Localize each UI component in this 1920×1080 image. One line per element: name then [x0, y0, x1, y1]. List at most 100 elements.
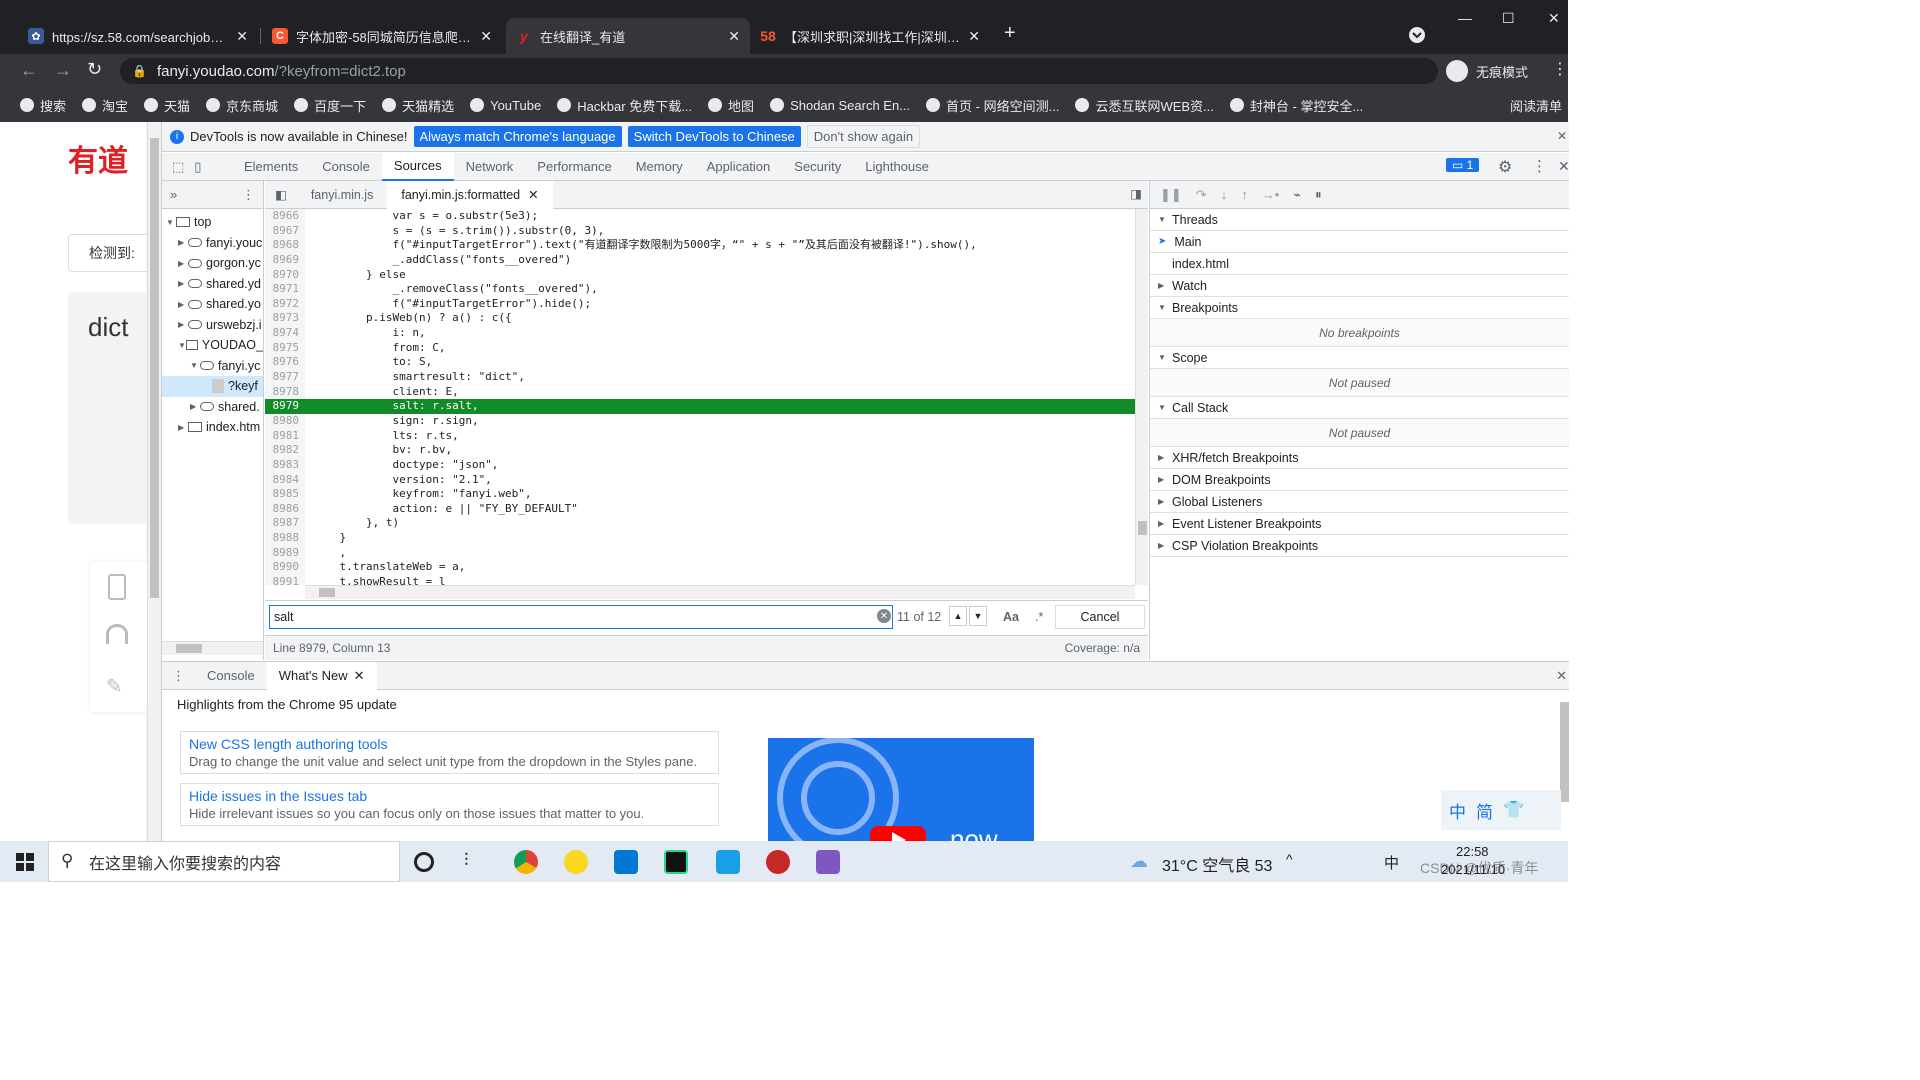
toggle-debugger-icon[interactable]: ◨: [1130, 186, 1142, 201]
expanded-arrow-icon[interactable]: ▼: [178, 341, 186, 350]
watch-section[interactable]: ▶ Watch: [1150, 275, 1569, 297]
tree-item[interactable]: ▼ top: [162, 212, 263, 233]
windows-start-icon[interactable]: [16, 853, 34, 874]
step-out-icon[interactable]: ↑: [1241, 187, 1248, 202]
close-icon[interactable]: ✕: [968, 28, 980, 45]
line-number[interactable]: 8971: [265, 282, 305, 297]
menu-icon[interactable]: ⋮: [1552, 59, 1568, 79]
csp-breakpoints-section[interactable]: ▶ CSP Violation Breakpoints: [1150, 535, 1569, 557]
device-toggle-icon[interactable]: ▯: [194, 159, 201, 175]
navigator-menu-icon[interactable]: ⋮: [242, 187, 255, 203]
weather-text[interactable]: 31°C 空气良 53: [1162, 852, 1272, 876]
deactivate-breakpoints-icon[interactable]: ⌁: [1293, 187, 1301, 203]
forward-icon[interactable]: →: [54, 60, 72, 81]
bookmark-item[interactable]: 首页 - 网络空间测...: [926, 96, 1059, 115]
expanded-arrow-icon[interactable]: ▼: [166, 218, 176, 227]
tree-item[interactable]: ▼ fanyi.yc: [162, 356, 263, 377]
line-number[interactable]: 8980: [265, 413, 305, 429]
bookmark-item[interactable]: 百度一下: [294, 96, 366, 115]
dom-breakpoints-section[interactable]: ▶ DOM Breakpoints: [1150, 469, 1569, 491]
browser-tab-2[interactable]: C 字体加密-58同城简历信息爬取_T ✕: [262, 18, 502, 54]
expanded-arrow-icon[interactable]: ▼: [190, 361, 200, 370]
clock-time[interactable]: 22:58: [1456, 844, 1489, 859]
match-case-button[interactable]: Aa: [1003, 610, 1019, 624]
code-line[interactable]: 8973 p.isWeb(n) ? a() : c({: [265, 311, 1135, 327]
line-number[interactable]: 8974: [265, 326, 305, 341]
global-listeners-section[interactable]: ▶ Global Listeners: [1150, 491, 1569, 513]
editor-hscrollbar[interactable]: [305, 585, 1135, 599]
devtools-tab-console[interactable]: Console: [310, 153, 382, 181]
tree-item[interactable]: ▼ YOUDAO_: [162, 335, 263, 356]
reload-icon[interactable]: ↻: [87, 59, 102, 80]
call-stack-section[interactable]: ▼ Call Stack: [1150, 397, 1569, 419]
devtools-tab-sources[interactable]: Sources: [381, 152, 454, 181]
drawer-scrollbar[interactable]: [1560, 702, 1569, 802]
code-line[interactable]: 8972 f("#inputTargetError").hide();: [265, 296, 1135, 312]
search-input[interactable]: salt: [269, 605, 893, 629]
collapsed-arrow-icon[interactable]: ▶: [178, 423, 188, 432]
bookmark-item[interactable]: 天猫精选: [382, 96, 454, 115]
close-icon[interactable]: ✕: [728, 28, 740, 45]
bookmark-item[interactable]: 京东商城: [206, 96, 278, 115]
code-line[interactable]: 8971 _.removeClass("fonts__overed"),: [265, 282, 1135, 297]
line-number[interactable]: 8979: [265, 399, 305, 414]
tree-item[interactable]: ▶ urswebzj.i: [162, 315, 263, 336]
edit-icon[interactable]: ✎: [106, 674, 123, 699]
regex-button[interactable]: .*: [1035, 610, 1043, 624]
bookmark-item[interactable]: YouTube: [470, 98, 541, 113]
close-icon[interactable]: ✕: [480, 28, 492, 45]
tree-item[interactable]: ▶ shared.yo: [162, 294, 263, 315]
pause-icon[interactable]: ❚❚: [1160, 187, 1182, 203]
tree-item[interactable]: ▶ index.htm: [162, 417, 263, 438]
cancel-search-button[interactable]: Cancel: [1055, 605, 1145, 629]
code-line-highlighted[interactable]: 8979 salt: r.salt,: [265, 399, 1135, 414]
toggle-navigator-icon[interactable]: ◧: [265, 187, 297, 202]
issues-badge[interactable]: ▭ 1: [1446, 158, 1480, 172]
reading-list-button[interactable]: 阅读清单: [1510, 96, 1562, 115]
breakpoints-section[interactable]: ▼ Breakpoints: [1150, 297, 1569, 319]
previous-match-button[interactable]: ▲: [949, 606, 967, 626]
scope-section[interactable]: ▼ Scope: [1150, 347, 1569, 369]
bookmark-item[interactable]: Hackbar 免费下载...: [557, 96, 692, 115]
minimize-icon[interactable]: —: [1458, 10, 1472, 26]
incognito-badge[interactable]: 无痕模式: [1446, 58, 1528, 84]
drawer-tab-whats-new[interactable]: What's New ✕: [266, 661, 377, 690]
line-number[interactable]: 8970: [265, 267, 305, 283]
close-drawer-icon[interactable]: ✕: [1556, 668, 1567, 684]
line-number[interactable]: 8985: [265, 487, 305, 502]
browser-tab-4[interactable]: 58 【深圳求职|深圳找工作|深圳求职 ✕: [750, 18, 990, 54]
code-line[interactable]: 8974 i: n,: [265, 326, 1135, 341]
code-line[interactable]: 8975 from: C,: [265, 340, 1135, 356]
code-line[interactable]: 8982 bv: r.bv,: [265, 443, 1135, 458]
address-bar[interactable]: 🔒 fanyi.youdao.com/?keyfrom=dict2.top: [120, 58, 1438, 84]
code-line[interactable]: 8984 version: "2.1",: [265, 472, 1135, 488]
match-language-button[interactable]: Always match Chrome's language: [413, 126, 622, 147]
line-number[interactable]: 8968: [265, 238, 305, 253]
line-number[interactable]: 8973: [265, 311, 305, 327]
code-line[interactable]: 8990 t.translateWeb = a,: [265, 560, 1135, 576]
code-lines[interactable]: 8966 var s = o.substr(5e3); 8967 s = (s =…: [265, 209, 1135, 585]
drawer-tab-console[interactable]: Console: [195, 662, 267, 690]
line-number[interactable]: 8969: [265, 252, 305, 268]
pause-on-exceptions-icon[interactable]: ⏸: [1315, 187, 1322, 203]
more-options-icon[interactable]: ⋮: [1532, 157, 1547, 175]
editor-tab-fanyi-min-js[interactable]: fanyi.min.js: [297, 181, 388, 209]
browser-tab-3-active[interactable]: y 在线翻译_有道 ✕: [506, 18, 750, 54]
line-number[interactable]: 8982: [265, 443, 305, 458]
line-number[interactable]: 8984: [265, 472, 305, 488]
collapsed-arrow-icon[interactable]: ▶: [178, 238, 188, 247]
code-line[interactable]: 8968 f("#inputTargetError").text("有道翻译字数…: [265, 238, 1135, 253]
switch-to-chinese-button[interactable]: Switch DevTools to Chinese: [627, 126, 801, 147]
code-line[interactable]: 8970 } else: [265, 267, 1135, 283]
translate-input-box[interactable]: dict: [68, 292, 158, 524]
vscode-icon[interactable]: [614, 850, 638, 874]
navigator-hscrollbar[interactable]: [162, 641, 263, 655]
bookmark-item[interactable]: 地图: [708, 96, 754, 115]
page-scrollbar[interactable]: [147, 122, 161, 841]
code-line[interactable]: 8966 var s = o.substr(5e3);: [265, 209, 1135, 224]
collapsed-arrow-icon[interactable]: ▶: [178, 279, 188, 288]
code-line[interactable]: 8977 smartresult: "dict",: [265, 370, 1135, 385]
line-number[interactable]: 8983: [265, 457, 305, 473]
line-number[interactable]: 8975: [265, 340, 305, 356]
code-line[interactable]: 8989 ,: [265, 545, 1135, 561]
